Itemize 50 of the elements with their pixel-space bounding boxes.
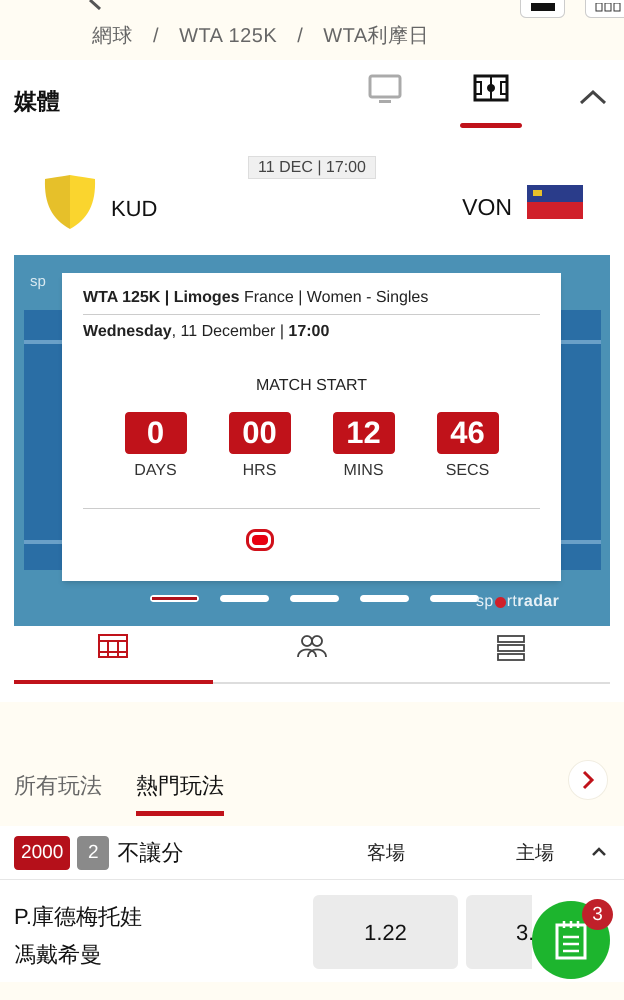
- tv-icon: [368, 74, 402, 104]
- countdown-value: 0: [124, 412, 186, 454]
- section-title: 媒體: [14, 86, 60, 116]
- player-name: P.庫德梅托娃: [14, 903, 142, 931]
- countdown-unit: SECS: [446, 461, 490, 481]
- countdown-value: 00: [228, 412, 290, 454]
- countdown-value: 46: [436, 412, 498, 454]
- column-header: 主場: [516, 842, 554, 866]
- countdown-title: MATCH START: [254, 376, 368, 396]
- team-name: VON: [462, 193, 512, 222]
- page-indicator[interactable]: [220, 595, 269, 602]
- page-indicator[interactable]: [150, 595, 199, 602]
- countdown-unit: HRS: [242, 461, 276, 481]
- court-icon: [98, 634, 128, 658]
- collapse-icon[interactable]: [591, 847, 607, 857]
- market-tab[interactable]: 所有玩法: [14, 769, 102, 816]
- event-info: WTA 125K | Limoges France | Women - Singles: [83, 273, 540, 315]
- collapse-icon[interactable]: [578, 88, 608, 106]
- people-icon: [297, 634, 327, 658]
- market-name: 不讓分: [117, 839, 184, 867]
- sportradar-logo: sp rtradar: [476, 592, 560, 612]
- breadcrumb-link[interactable]: WTA利摩日: [323, 21, 430, 51]
- team-name: KUD: [111, 195, 158, 223]
- market-code: 2000: [14, 836, 70, 870]
- page-indicator[interactable]: [290, 595, 339, 602]
- odds-button[interactable]: 1.22: [313, 895, 458, 969]
- player-name: 馮戴希曼: [14, 941, 102, 969]
- market-count: 2: [77, 836, 110, 870]
- match-date: 11 DEC | 17:00: [248, 156, 376, 179]
- countdown-unit: MINS: [344, 461, 384, 481]
- shield-icon: [44, 174, 96, 230]
- odds-button[interactable]: 3.: [466, 895, 532, 969]
- flag-icon: [527, 185, 583, 219]
- breadcrumb-separator: /: [297, 24, 304, 49]
- breadcrumb-link[interactable]: 網球: [92, 21, 133, 51]
- logo-text: sp: [30, 272, 46, 292]
- page-indicator[interactable]: [360, 595, 409, 602]
- column-header: 客場: [367, 842, 405, 866]
- countdown-value: 12: [332, 412, 394, 454]
- market-tab[interactable]: 熱門玩法: [136, 769, 224, 816]
- event-date: Wednesday, 11 December | 17:00: [83, 322, 330, 342]
- field-icon: [473, 74, 509, 102]
- chevron-right-icon: [581, 770, 595, 790]
- countdown-unit: DAYS: [134, 461, 177, 481]
- breadcrumb-link[interactable]: WTA 125K: [179, 21, 278, 51]
- live-tv-icon[interactable]: [246, 529, 274, 551]
- breadcrumb-separator: /: [153, 24, 160, 49]
- next-button[interactable]: [568, 760, 608, 800]
- notepad-icon: [555, 920, 587, 960]
- list-icon: [496, 634, 526, 662]
